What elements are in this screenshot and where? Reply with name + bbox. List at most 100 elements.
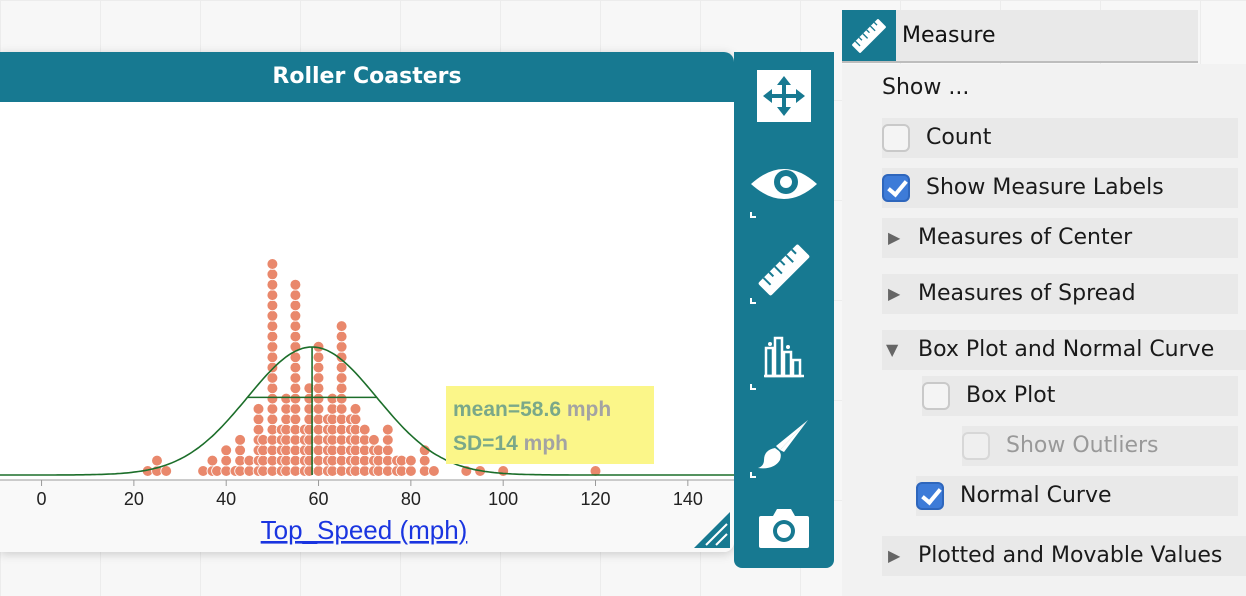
data-point[interactable]	[266, 403, 279, 415]
data-point[interactable]	[234, 444, 246, 457]
data-point[interactable]	[335, 330, 348, 343]
data-point[interactable]	[289, 392, 302, 405]
data-point[interactable]	[335, 392, 348, 405]
data-point[interactable]	[266, 278, 279, 291]
data-point[interactable]	[266, 320, 279, 332]
data-point[interactable]	[418, 454, 431, 467]
data-point[interactable]	[289, 413, 302, 426]
count-option[interactable]: Count	[882, 118, 1238, 158]
format-tool-button[interactable]	[734, 404, 834, 484]
box-plot-checkbox[interactable]	[922, 382, 950, 410]
data-point[interactable]	[497, 465, 510, 477]
graph-title[interactable]: Roller Coasters	[0, 52, 734, 102]
data-point[interactable]	[289, 320, 302, 332]
data-point[interactable]	[266, 372, 279, 384]
data-point[interactable]	[289, 361, 302, 374]
data-point[interactable]	[289, 372, 302, 384]
tool-corner-mark	[750, 472, 756, 478]
data-point[interactable]	[381, 444, 394, 457]
plotted-movable-values-section[interactable]: ▶ Plotted and Movable Values	[882, 536, 1246, 576]
data-point[interactable]	[266, 268, 279, 281]
data-point[interactable]	[381, 423, 394, 436]
x-tick-label: 100	[488, 489, 518, 509]
data-point[interactable]	[312, 372, 325, 384]
data-point[interactable]	[335, 320, 348, 332]
data-point[interactable]	[368, 434, 380, 446]
show-outliers-option[interactable]: Show Outliers	[962, 426, 1238, 466]
data-point[interactable]	[335, 341, 348, 353]
data-point[interactable]	[335, 372, 348, 384]
tool-corner-mark	[750, 212, 756, 218]
measures-of-spread-label: Measures of Spread	[918, 281, 1136, 306]
data-point[interactable]	[151, 454, 163, 467]
measure-panel: Show ... Count Show Measure Labels ▶ Mea…	[842, 64, 1246, 596]
measures-of-spread-section[interactable]: ▶ Measures of Spread	[882, 274, 1238, 314]
data-point[interactable]	[266, 341, 279, 353]
data-point[interactable]	[266, 392, 279, 405]
show-measure-labels-option[interactable]: Show Measure Labels	[882, 168, 1238, 208]
data-point[interactable]	[428, 465, 440, 477]
box-plot-option[interactable]: Box Plot	[922, 376, 1238, 416]
data-point[interactable]	[252, 423, 265, 436]
camera-tool-button[interactable]	[734, 488, 834, 568]
resize-handle-icon[interactable]	[694, 512, 730, 548]
show-outliers-checkbox[interactable]	[962, 432, 990, 460]
graph-card[interactable]: Roller Coasters mean=58.6 mph SD=14 mph …	[0, 52, 734, 552]
data-point[interactable]	[289, 330, 302, 343]
show-outliers-label: Show Outliers	[1006, 433, 1159, 458]
data-point[interactable]	[335, 382, 348, 395]
move-tool-button[interactable]	[734, 56, 834, 136]
data-point[interactable]	[266, 361, 279, 374]
plotted-movable-values-label: Plotted and Movable Values	[918, 543, 1223, 568]
dot-plot[interactable]: mean=58.6 mph SD=14 mph 0 20 40 60 80 100 120 1…	[0, 102, 734, 552]
data-point[interactable]	[220, 454, 233, 467]
data-point[interactable]	[220, 444, 233, 457]
data-point[interactable]	[252, 413, 265, 426]
data-point[interactable]	[252, 403, 265, 415]
display-config-tool-button[interactable]	[734, 316, 834, 396]
data-point[interactable]	[289, 310, 302, 322]
data-point[interactable]	[289, 299, 302, 312]
count-checkbox[interactable]	[882, 124, 910, 152]
data-point[interactable]	[312, 403, 325, 415]
data-point[interactable]	[289, 403, 302, 415]
normal-curve-checkbox[interactable]	[916, 482, 944, 510]
data-point[interactable]	[160, 465, 173, 477]
measure-label[interactable]: mean=58.6 mph SD=14 mph	[446, 386, 654, 464]
data-point[interactable]	[266, 310, 279, 322]
data-point[interactable]	[312, 392, 325, 405]
data-point[interactable]	[266, 330, 279, 343]
normal-curve-option[interactable]: Normal Curve	[916, 476, 1238, 516]
hide-show-tool-button[interactable]	[734, 144, 834, 224]
data-point[interactable]	[266, 382, 279, 395]
data-point[interactable]	[312, 361, 325, 374]
data-point[interactable]	[206, 454, 219, 467]
data-point[interactable]	[381, 434, 394, 446]
tool-palette	[734, 52, 834, 568]
data-point[interactable]	[266, 413, 279, 426]
data-point[interactable]	[312, 382, 325, 395]
data-point[interactable]	[405, 465, 417, 477]
x-tick-label: 140	[673, 489, 703, 509]
data-point[interactable]	[234, 434, 246, 446]
box-plot-normal-curve-section[interactable]: ▼ Box Plot and Normal Curve	[882, 330, 1246, 370]
data-point[interactable]	[312, 351, 325, 364]
data-point[interactable]	[266, 299, 279, 312]
data-point[interactable]	[289, 382, 302, 395]
measures-of-center-label: Measures of Center	[918, 225, 1133, 250]
measures-of-center-section[interactable]: ▶ Measures of Center	[882, 218, 1238, 258]
data-point[interactable]	[335, 403, 348, 415]
data-point[interactable]	[266, 351, 279, 364]
data-point[interactable]	[349, 413, 362, 426]
x-axis-label[interactable]: Top_Speed (mph)	[261, 515, 468, 545]
data-point[interactable]	[349, 403, 362, 415]
data-point[interactable]	[289, 289, 302, 301]
data-point[interactable]	[266, 289, 279, 301]
data-point[interactable]	[266, 258, 279, 270]
normal-curve-label: Normal Curve	[960, 483, 1112, 508]
ruler-icon	[758, 244, 810, 296]
data-point[interactable]	[358, 423, 371, 436]
show-measure-labels-checkbox[interactable]	[882, 174, 910, 202]
data-point[interactable]	[405, 454, 417, 467]
data-point[interactable]	[289, 278, 302, 291]
